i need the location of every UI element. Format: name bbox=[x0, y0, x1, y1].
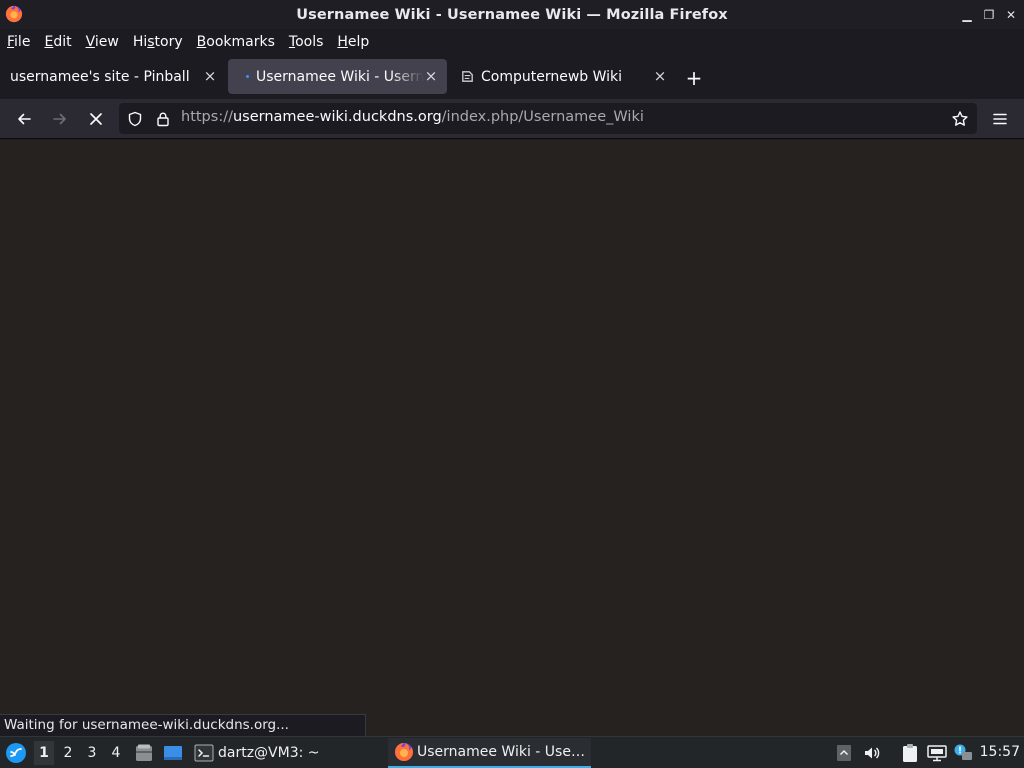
workspace-2[interactable]: 2 bbox=[58, 741, 78, 765]
window-controls: ▁ ❐ ✕ bbox=[956, 6, 1022, 23]
arrow-right-icon bbox=[53, 113, 66, 125]
menu-view[interactable]: View bbox=[86, 34, 119, 50]
network-wired-icon bbox=[927, 745, 947, 762]
clipboard-button[interactable] bbox=[900, 743, 920, 763]
file-manager-icon[interactable] bbox=[134, 743, 154, 763]
stop-x-icon bbox=[90, 113, 102, 125]
url-bar[interactable]: https://usernamee-wiki.duckdns.org/index… bbox=[119, 103, 977, 134]
window-title: Usernamee Wiki - Usernamee Wiki — Mozill… bbox=[296, 6, 728, 23]
lock-icon bbox=[157, 112, 169, 127]
chevron-up-icon bbox=[837, 745, 851, 761]
firefox-logo-icon bbox=[395, 743, 413, 761]
volume-button[interactable] bbox=[862, 743, 882, 763]
page-content-area bbox=[0, 140, 1024, 736]
workspace-1[interactable]: 1 bbox=[34, 741, 54, 765]
menu-bookmarks[interactable]: Bookmarks bbox=[197, 34, 275, 50]
bookmark-star-button[interactable] bbox=[951, 110, 969, 128]
minimize-button[interactable]: ▁ bbox=[956, 6, 978, 23]
wiki-favicon-icon bbox=[462, 71, 473, 82]
close-button[interactable]: ✕ bbox=[1000, 6, 1022, 23]
workspace-3[interactable]: 3 bbox=[82, 741, 102, 765]
start-menu-icon[interactable] bbox=[5, 742, 27, 764]
arrow-left-icon bbox=[18, 113, 31, 125]
tab-label: usernamee's site - Pinball bbox=[10, 68, 190, 85]
tab-computernewb-wiki[interactable]: Computernewb Wiki × bbox=[450, 59, 676, 94]
stop-button[interactable] bbox=[84, 107, 108, 131]
menu-file[interactable]: File bbox=[7, 34, 30, 50]
tab-pinball[interactable]: usernamee's site - Pinball × bbox=[0, 59, 226, 94]
back-button[interactable] bbox=[12, 107, 36, 131]
tray-expand-button[interactable] bbox=[834, 743, 854, 763]
window-titlebar: Usernamee Wiki - Usernamee Wiki — Mozill… bbox=[0, 0, 1024, 29]
taskbar-terminal[interactable]: dartz@VM3: ~ bbox=[194, 738, 320, 768]
taskbar-firefox[interactable]: Usernamee Wiki - Use… bbox=[388, 738, 591, 768]
restore-button[interactable]: ❐ bbox=[978, 6, 1000, 23]
terminal-icon bbox=[194, 744, 214, 762]
tab-label: Usernamee Wiki - Usernamee Wiki bbox=[256, 68, 424, 85]
tab-close-icon[interactable]: × bbox=[202, 67, 218, 85]
navigation-toolbar: https://usernamee-wiki.duckdns.org/index… bbox=[0, 99, 1024, 139]
status-panel: Waiting for usernamee-wiki.duckdns.org..… bbox=[0, 714, 366, 736]
taskbar-firefox-label: Usernamee Wiki - Use… bbox=[417, 744, 585, 760]
star-icon bbox=[952, 111, 968, 126]
hamburger-menu-icon bbox=[993, 113, 1007, 125]
new-tab-button[interactable]: + bbox=[683, 66, 705, 90]
desktop-icon[interactable] bbox=[163, 743, 183, 763]
menu-bar: File Edit View History Bookmarks Tools H… bbox=[0, 29, 1024, 54]
forward-button[interactable] bbox=[48, 107, 72, 131]
clipboard-icon bbox=[903, 744, 917, 762]
updates-alert-icon bbox=[954, 744, 972, 760]
tracking-protection-button[interactable] bbox=[126, 110, 144, 128]
tab-label: Computernewb Wiki bbox=[481, 68, 623, 85]
site-security-button[interactable] bbox=[154, 110, 172, 128]
loading-dot-icon bbox=[246, 75, 249, 78]
menu-edit[interactable]: Edit bbox=[44, 34, 71, 50]
firefox-logo-icon bbox=[5, 5, 23, 23]
tab-strip: usernamee's site - Pinball × Usernamee W… bbox=[0, 54, 1024, 99]
taskbar: 1 2 3 4 dartz@VM3: ~ Usernamee Wiki - Us… bbox=[0, 736, 1024, 768]
shield-icon bbox=[128, 111, 142, 127]
clock[interactable]: 15:57 bbox=[980, 744, 1020, 760]
taskbar-terminal-label: dartz@VM3: ~ bbox=[218, 745, 320, 761]
tab-close-icon[interactable]: × bbox=[423, 67, 439, 85]
menu-tools[interactable]: Tools bbox=[289, 34, 324, 50]
app-menu-button[interactable] bbox=[988, 107, 1012, 131]
tab-usernamee-wiki[interactable]: Usernamee Wiki - Usernamee Wiki × bbox=[228, 59, 447, 94]
network-button[interactable] bbox=[927, 743, 947, 763]
workspace-4[interactable]: 4 bbox=[106, 741, 126, 765]
updates-button[interactable] bbox=[953, 743, 973, 763]
menu-help[interactable]: Help bbox=[337, 34, 369, 50]
speaker-icon bbox=[865, 747, 880, 759]
tab-close-icon[interactable]: × bbox=[652, 67, 668, 85]
url-text[interactable]: https://usernamee-wiki.duckdns.org/index… bbox=[181, 109, 644, 125]
menu-history[interactable]: History bbox=[133, 34, 183, 50]
